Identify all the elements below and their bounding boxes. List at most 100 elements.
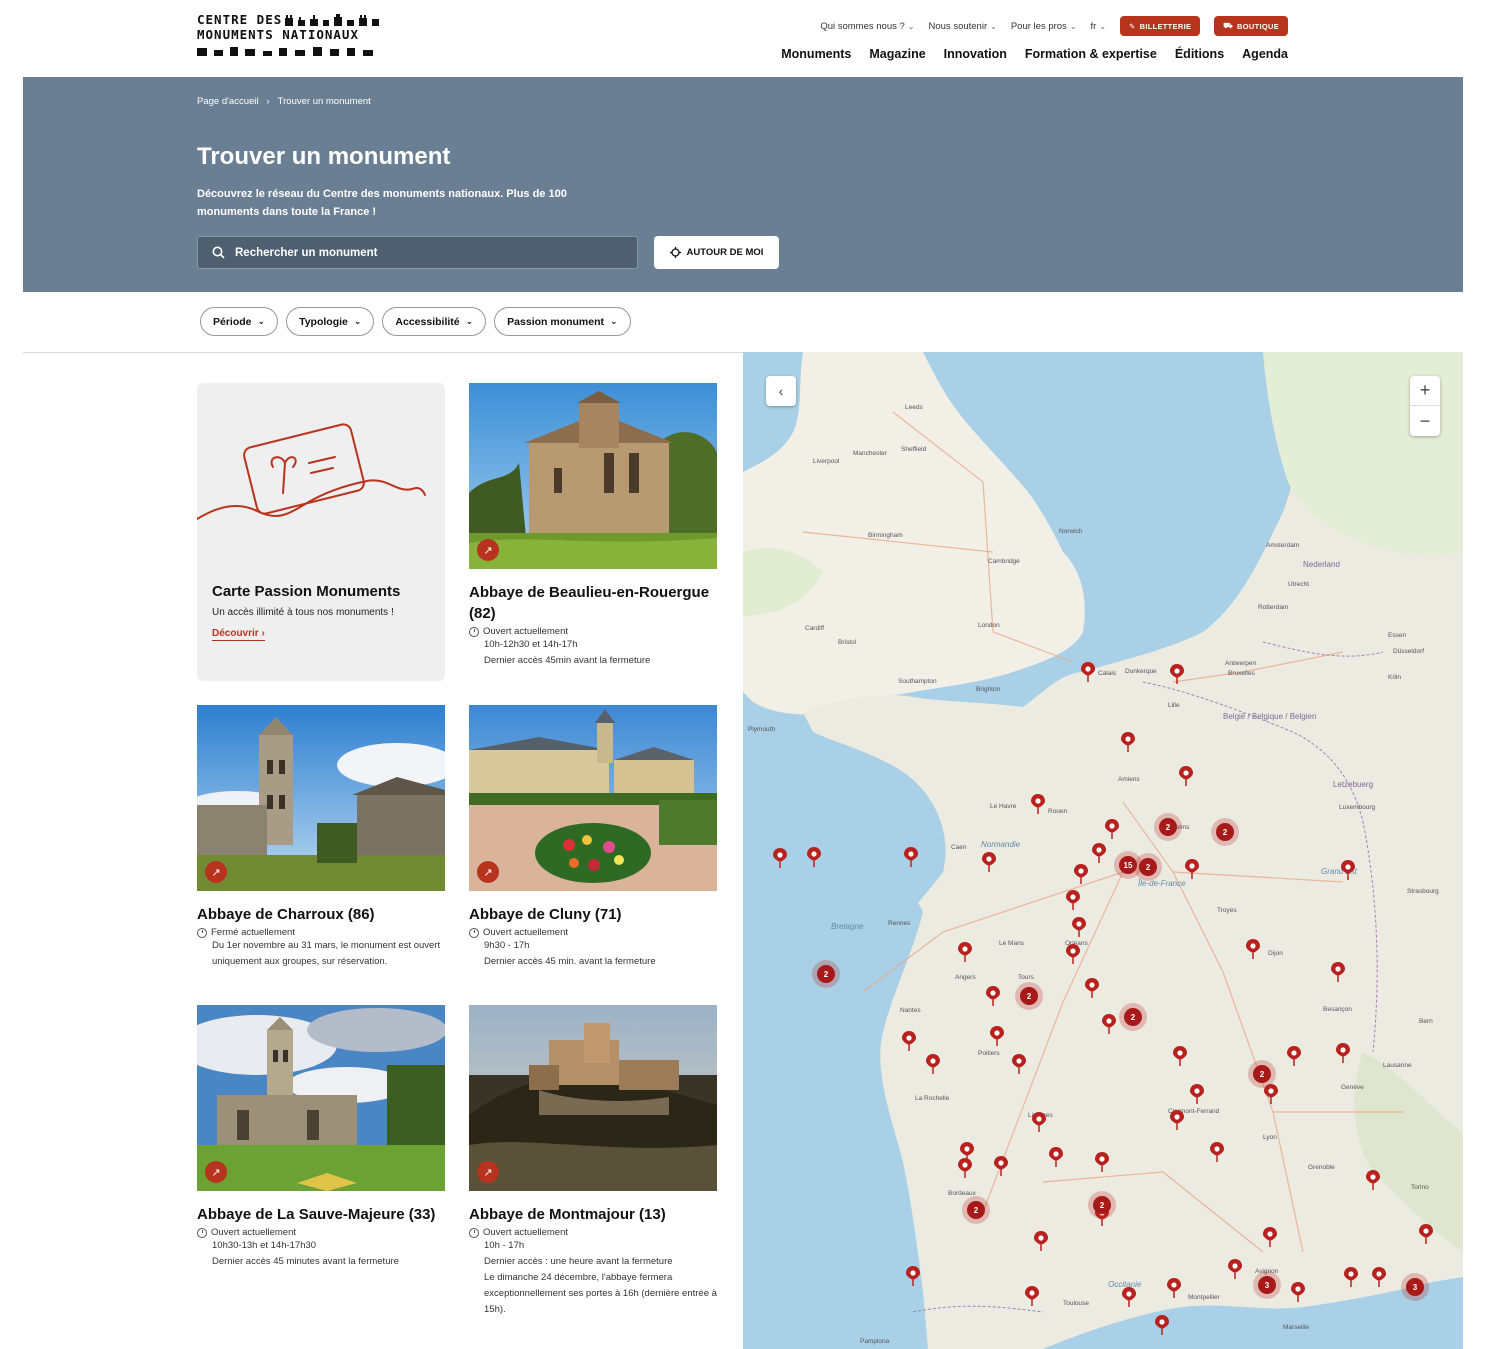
map-pin-icon[interactable]: [1263, 1227, 1277, 1247]
map-pin-icon[interactable]: [1336, 1043, 1350, 1063]
map-pin-icon[interactable]: [986, 986, 1000, 1006]
map-cluster[interactable]: 2: [812, 960, 840, 988]
map-cluster[interactable]: 2: [1119, 1003, 1147, 1031]
map-cluster[interactable]: 2: [1211, 818, 1239, 846]
monument-card-charroux[interactable]: ↗ Abbaye de Charroux (86) Fermé actuelle…: [197, 705, 445, 970]
monument-title[interactable]: Abbaye de Cluny (71): [469, 904, 717, 925]
monument-title[interactable]: Abbaye de Beaulieu-en-Rouergue (82): [469, 582, 717, 624]
map-pin-icon[interactable]: [1085, 978, 1099, 998]
map-pin-icon[interactable]: [958, 942, 972, 962]
monuments-map[interactable]: Leeds Manchester Sheffield Liverpool Bir…: [743, 352, 1463, 1349]
map-pin-icon[interactable]: [1074, 864, 1088, 884]
filter-typologie[interactable]: Typologie ⌄: [286, 307, 375, 336]
map-pin-icon[interactable]: [1419, 1224, 1433, 1244]
breadcrumb-home[interactable]: Page d'accueil: [197, 96, 259, 107]
pass-card-discover-link[interactable]: Découvrir ›: [212, 628, 265, 641]
map-pin-icon[interactable]: [1185, 859, 1199, 879]
map-cluster[interactable]: 3: [1253, 1271, 1281, 1299]
billetterie-button[interactable]: ✎ BILLETTERIE: [1120, 16, 1201, 36]
filter-accessibilite[interactable]: Accessibilité ⌄: [382, 307, 487, 336]
map-cluster[interactable]: 3: [1401, 1273, 1429, 1301]
map-pin-icon[interactable]: [1170, 664, 1184, 684]
monument-card-montmajour[interactable]: ↗ Abbaye de Montmajour (13) Ouvert actue…: [469, 1005, 717, 1318]
map-pin-icon[interactable]: [902, 1031, 916, 1051]
map-pin-icon[interactable]: [1012, 1054, 1026, 1074]
monument-card-cluny[interactable]: ↗ Abbaye de Cluny (71) Ouvert actuelleme…: [469, 705, 717, 970]
map-pin-icon[interactable]: [1179, 766, 1193, 786]
nav-pour-les-pros[interactable]: Pour les pros ⌄: [1011, 21, 1077, 32]
map-cluster[interactable]: 2: [1154, 813, 1182, 841]
nav-magazine[interactable]: Magazine: [869, 47, 925, 61]
map-pin-icon[interactable]: [1341, 860, 1355, 880]
map-cluster[interactable]: 2: [1088, 1191, 1116, 1219]
nav-formation[interactable]: Formation & expertise: [1025, 47, 1157, 61]
collapse-list-button[interactable]: ‹: [766, 376, 796, 406]
map-pin-icon[interactable]: [990, 1026, 1004, 1046]
map-pin-icon[interactable]: [1081, 662, 1095, 682]
map-pin-icon[interactable]: [1344, 1267, 1358, 1287]
around-me-button[interactable]: AUTOUR DE MOI: [654, 236, 779, 269]
monument-image[interactable]: ↗: [197, 1005, 445, 1191]
map-pin-icon[interactable]: [1105, 819, 1119, 839]
nav-editions[interactable]: Éditions: [1175, 47, 1224, 61]
monument-title[interactable]: Abbaye de Charroux (86): [197, 904, 445, 925]
map-cluster[interactable]: 2: [962, 1196, 990, 1224]
monument-image[interactable]: ↗: [469, 1005, 717, 1191]
map-pin-icon[interactable]: [1173, 1046, 1187, 1066]
map-pin-icon[interactable]: [1190, 1084, 1204, 1104]
map-pin-icon[interactable]: [994, 1156, 1008, 1176]
map-pin-icon[interactable]: [1287, 1046, 1301, 1066]
pass-card[interactable]: Carte Passion Monuments Un accès illimit…: [197, 383, 445, 681]
map-pin-icon[interactable]: [1291, 1282, 1305, 1302]
map-pin-icon[interactable]: [1032, 1112, 1046, 1132]
map-pin-icon[interactable]: [1121, 732, 1135, 752]
map-pin-icon[interactable]: [982, 852, 996, 872]
map-pin-icon[interactable]: [1155, 1315, 1169, 1335]
map-pin-icon[interactable]: [1228, 1259, 1242, 1279]
monument-card-la-sauve-majeure[interactable]: ↗ Abbaye de La Sauve-Majeure (33) Ouvert…: [197, 1005, 445, 1270]
monument-image[interactable]: ↗: [469, 383, 717, 569]
nav-qui-sommes-nous[interactable]: Qui sommes nous ? ⌄: [820, 21, 914, 32]
filter-passion-monument[interactable]: Passion monument ⌄: [494, 307, 631, 336]
search-input[interactable]: Rechercher un monument: [197, 236, 638, 269]
map-pin-icon[interactable]: [904, 847, 918, 867]
monument-title[interactable]: Abbaye de Montmajour (13): [469, 1204, 717, 1225]
map-pin-icon[interactable]: [1092, 843, 1106, 863]
map-pin-icon[interactable]: [1025, 1286, 1039, 1306]
map-pin-icon[interactable]: [1102, 1014, 1116, 1034]
map-cluster[interactable]: 2: [1015, 982, 1043, 1010]
monument-title[interactable]: Abbaye de La Sauve-Majeure (33): [197, 1204, 445, 1225]
monument-card-beaulieu[interactable]: ↗ Abbaye de Beaulieu-en-Rouergue (82) Ou…: [469, 383, 717, 669]
zoom-out-button[interactable]: −: [1410, 406, 1440, 436]
map-pin-icon[interactable]: [1246, 939, 1260, 959]
map-pin-icon[interactable]: [1066, 944, 1080, 964]
cmn-logo[interactable]: CENTRE DES MONUMENTS NATIONAUX: [197, 13, 387, 59]
map-pin-icon[interactable]: [807, 847, 821, 867]
map-pin-icon[interactable]: [1331, 962, 1345, 982]
monument-image[interactable]: ↗: [469, 705, 717, 891]
map-cluster[interactable]: 2: [1248, 1060, 1276, 1088]
map-pin-icon[interactable]: [1170, 1110, 1184, 1130]
map-pin-icon[interactable]: [1066, 890, 1080, 910]
map-pin-icon[interactable]: [1167, 1278, 1181, 1298]
nav-nous-soutenir[interactable]: Nous soutenir ⌄: [929, 21, 997, 32]
nav-innovation[interactable]: Innovation: [944, 47, 1007, 61]
map-pin-icon[interactable]: [773, 848, 787, 868]
map-pin-icon[interactable]: [1031, 794, 1045, 814]
map-pin-icon[interactable]: [958, 1158, 972, 1178]
language-select[interactable]: fr ⌄: [1091, 21, 1107, 32]
map-pin-icon[interactable]: [1366, 1170, 1380, 1190]
map-pin-icon[interactable]: [1210, 1142, 1224, 1162]
map-pin-icon[interactable]: [1072, 917, 1086, 937]
zoom-in-button[interactable]: +: [1410, 376, 1440, 406]
map-pin-icon[interactable]: [1095, 1152, 1109, 1172]
map-pin-icon[interactable]: [1034, 1231, 1048, 1251]
map-pin-icon[interactable]: [1122, 1287, 1136, 1307]
map-pin-icon[interactable]: [1372, 1267, 1386, 1287]
nav-monuments[interactable]: Monuments: [781, 47, 851, 61]
map-cluster[interactable]: 2: [1134, 853, 1162, 881]
map-pin-icon[interactable]: [906, 1266, 920, 1286]
map-pin-icon[interactable]: [926, 1054, 940, 1074]
nav-agenda[interactable]: Agenda: [1242, 47, 1288, 61]
map-pin-icon[interactable]: [1049, 1147, 1063, 1167]
